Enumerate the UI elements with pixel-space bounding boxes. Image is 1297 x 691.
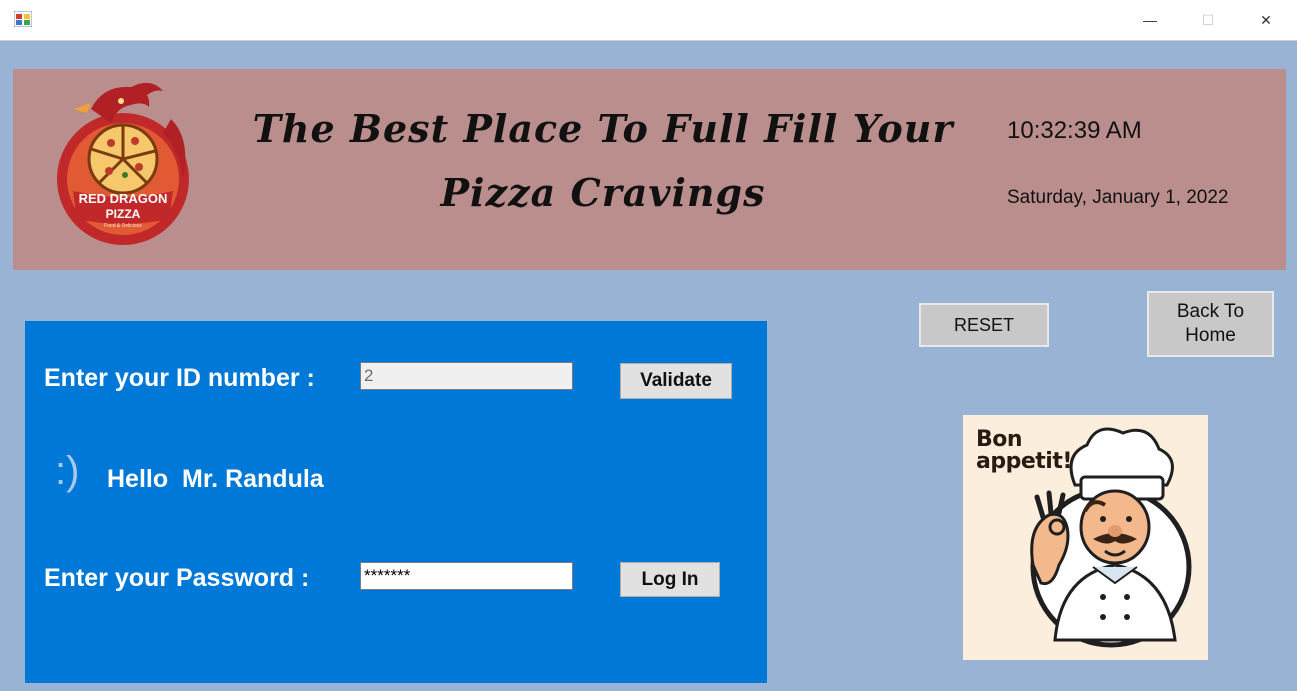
back-to-home-button[interactable]: Back To Home	[1147, 291, 1274, 357]
password-label: Enter your Password :	[44, 564, 310, 592]
minimize-button[interactable]: —	[1127, 0, 1173, 40]
red-dragon-pizza-logo: RED DRAGON PIZZA Food & Delicious	[57, 82, 189, 245]
id-label: Enter your ID number :	[44, 364, 315, 392]
login-panel: Enter your ID number : Validate :) Hello…	[25, 321, 767, 683]
smiley-icon: :)	[55, 449, 80, 493]
greeting-text: Hello Mr. Randula	[107, 465, 324, 493]
logo-line1: RED DRAGON	[79, 191, 168, 206]
logo-line2: PIZZA	[106, 207, 141, 221]
header-banner: RED DRAGON PIZZA Food & Delicious The Be…	[13, 69, 1286, 270]
log-in-button[interactable]: Log In	[620, 562, 720, 597]
app-icon[interactable]	[14, 11, 32, 27]
close-button[interactable]: ✕	[1243, 0, 1289, 40]
home-line1: Back To	[1176, 301, 1245, 322]
logo-tagline: Food & Delicious	[104, 223, 142, 229]
reset-button[interactable]: RESET	[919, 303, 1049, 347]
chef-illustration	[1030, 427, 1192, 648]
maximize-button[interactable]: ☐	[1185, 0, 1231, 40]
slogan: The Best Place To Full Fill Your Pizza C…	[213, 97, 993, 225]
slogan-line2: Pizza Cravings	[440, 170, 766, 215]
clock-time: 10:32:39 AM	[1007, 117, 1142, 144]
home-line2: Home	[1185, 325, 1236, 346]
validate-button[interactable]: Validate	[620, 363, 732, 399]
password-input[interactable]	[360, 562, 573, 590]
title-bar: — ☐ ✕	[0, 0, 1297, 41]
id-number-input[interactable]	[360, 362, 573, 390]
slogan-line1: The Best Place To Full Fill Your	[252, 106, 954, 151]
clock-date: Saturday, January 1, 2022	[1007, 187, 1229, 208]
chef-bon-appetit-image: Bon appetit!	[963, 415, 1208, 660]
